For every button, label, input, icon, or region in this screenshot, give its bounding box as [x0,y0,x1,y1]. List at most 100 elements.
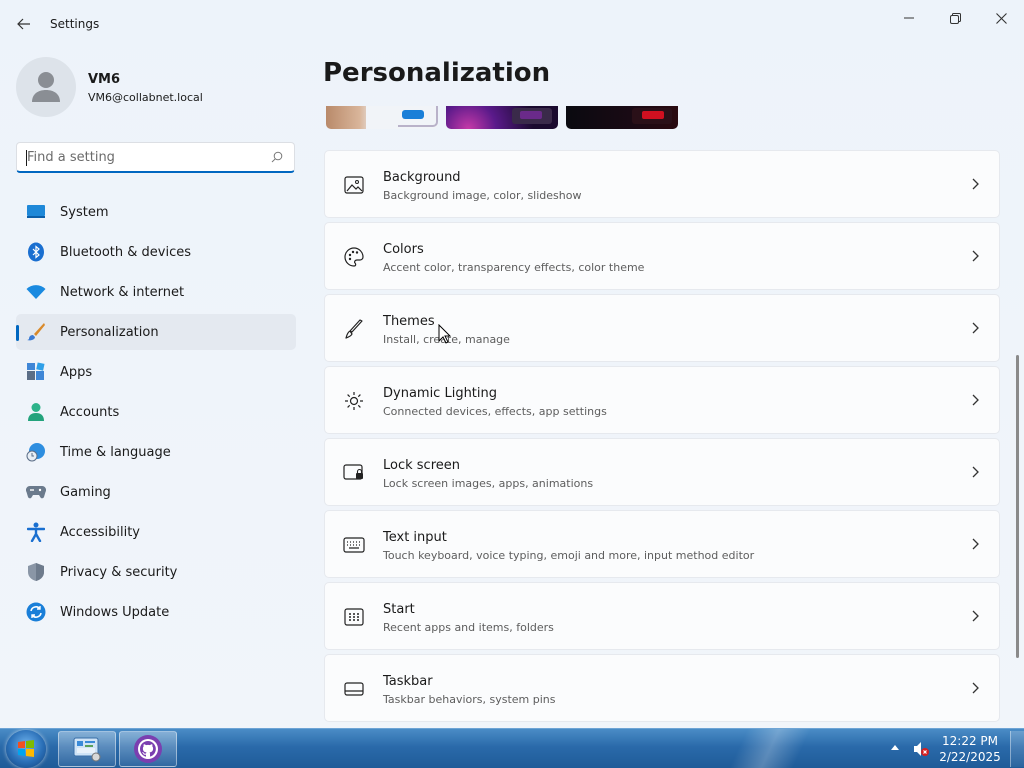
chevron-right-icon [969,466,981,478]
brush-icon [343,318,365,340]
card-title: Start [383,602,415,617]
chevron-right-icon [969,322,981,334]
palette-icon [343,246,365,268]
sidebar-item-windows-update[interactable]: Windows Update [16,594,296,630]
card-title: Dynamic Lighting [383,386,498,401]
card-description: Background image, color, slideshow [383,189,582,202]
sidebar-item-label: Gaming [60,485,111,500]
sidebar-item-label: Accessibility [60,525,140,540]
card-description: Lock screen images, apps, animations [383,477,594,490]
taskbar-sheen [700,729,840,768]
search-box[interactable] [16,142,295,173]
search-icon[interactable] [271,151,283,163]
card-title: Background [383,170,461,185]
volume-muted-icon[interactable] [912,740,930,758]
back-button[interactable] [12,12,36,36]
card-lock-screen[interactable]: Lock screen Lock screen images, apps, an… [324,438,1000,506]
theme-thumbnail[interactable] [566,106,678,129]
clock[interactable]: 12:22 PM 2/22/2025 [938,733,1002,765]
card-title: Text input [383,530,447,545]
close-button[interactable] [978,4,1024,32]
card-dynamic-lighting[interactable]: Dynamic Lighting Connected devices, effe… [324,366,1000,434]
card-description: Touch keyboard, voice typing, emoji and … [383,549,755,562]
system-icon [26,202,46,222]
sidebar-item-accounts[interactable]: Accounts [16,394,296,430]
bluetooth-icon [26,242,46,262]
sidebar-item-network[interactable]: Network & internet [16,274,296,310]
sidebar-item-gaming[interactable]: Gaming [16,474,296,510]
sidebar-item-label: Time & language [60,445,171,460]
card-description: Recent apps and items, folders [383,621,554,634]
text-caret [26,150,27,166]
control-panel-icon [73,737,101,762]
sidebar-item-privacy[interactable]: Privacy & security [16,554,296,590]
settings-window: Settings VM6 VM6@collabnet.local System … [0,0,1024,728]
theme-thumbnail[interactable] [326,106,438,129]
card-title: Colors [383,242,424,257]
sidebar-item-apps[interactable]: Apps [16,354,296,390]
sidebar-item-label: Apps [60,365,93,380]
chevron-right-icon [969,682,981,694]
vertical-scrollbar[interactable] [1016,355,1019,658]
sidebar-item-label: Personalization [60,325,159,340]
chevron-right-icon [969,610,981,622]
start-button[interactable] [6,730,46,768]
keyboard-icon [343,534,365,556]
sidebar-item-personalization[interactable]: Personalization [16,314,296,350]
card-taskbar[interactable]: Taskbar Taskbar behaviors, system pins [324,654,1000,722]
card-text-input[interactable]: Text input Touch keyboard, voice typing,… [324,510,1000,578]
restore-icon [949,12,961,24]
user-email: VM6@collabnet.local [88,91,203,104]
show-desktop-button[interactable] [1010,731,1024,767]
sidebar-nav: System Bluetooth & devices Network & int… [16,194,296,634]
taskbar-app-github[interactable] [119,731,177,767]
card-colors[interactable]: Colors Accent color, transparency effect… [324,222,1000,290]
accessibility-icon [26,522,46,542]
sidebar-item-bluetooth[interactable]: Bluetooth & devices [16,234,296,270]
sidebar-item-accessibility[interactable]: Accessibility [16,514,296,550]
update-icon [26,602,46,622]
restore-button[interactable] [932,4,978,32]
card-themes[interactable]: Themes Install, create, manage [324,294,1000,362]
clock-date: 2/22/2025 [939,750,1001,764]
sidebar-item-label: Network & internet [60,285,185,300]
app-title: Settings [50,17,100,31]
search-input[interactable] [17,143,267,171]
minimize-icon [904,17,914,19]
taskbar: 12:22 PM 2/22/2025 [0,728,1024,768]
paintbrush-icon [26,322,46,342]
image-icon [343,174,365,196]
card-start[interactable]: Start Recent apps and items, folders [324,582,1000,650]
wifi-icon [26,282,46,302]
lighting-icon [343,390,365,412]
card-title: Lock screen [383,458,460,473]
card-title: Themes [383,314,435,329]
sidebar-item-time-language[interactable]: Time & language [16,434,296,470]
user-name: VM6 [88,72,121,87]
apps-icon [26,362,46,382]
taskbar-app-control-panel[interactable] [58,731,116,767]
minimize-button[interactable] [886,4,932,32]
sidebar-item-label: Windows Update [60,605,170,620]
clock-globe-icon [26,442,46,462]
chevron-up-icon[interactable] [890,743,900,751]
theme-thumbnail[interactable] [446,106,558,129]
title-bar: Settings [0,0,1024,48]
sidebar-item-label: Privacy & security [60,565,178,580]
windows-logo-icon [18,740,34,757]
start-icon [343,606,365,628]
lock-screen-icon [343,462,365,484]
person-icon [26,402,46,422]
gamepad-icon [26,482,46,502]
mouse-cursor-icon [438,324,452,344]
sidebar-item-label: Bluetooth & devices [60,245,191,260]
sidebar-item-label: Accounts [60,405,120,420]
page-title: Personalization [323,58,551,88]
card-description: Accent color, transparency effects, colo… [383,261,645,274]
sidebar-item-system[interactable]: System [16,194,296,230]
avatar[interactable] [16,57,76,117]
taskbar-icon [343,678,365,700]
chevron-right-icon [969,178,981,190]
shield-icon [26,562,46,582]
card-background[interactable]: Background Background image, color, slid… [324,150,1000,218]
